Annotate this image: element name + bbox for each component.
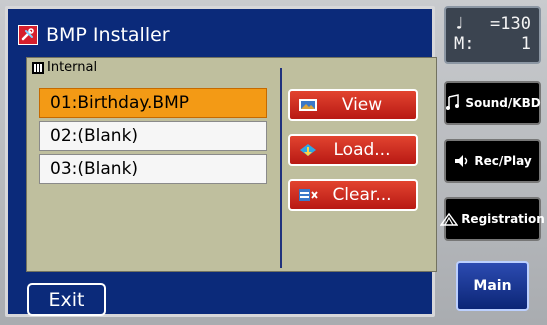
main-button[interactable]: Main bbox=[456, 261, 529, 311]
clear-label: Clear... bbox=[332, 185, 392, 205]
file-item-3[interactable]: 03:(Blank) bbox=[39, 154, 267, 184]
view-button[interactable]: View bbox=[288, 89, 418, 121]
display-screen: BMP Installer Internal 01:Birthday.BMP 0… bbox=[5, 6, 437, 317]
measure-label: M: bbox=[454, 34, 475, 54]
panel-divider bbox=[280, 68, 282, 268]
measure-value: 1 bbox=[520, 34, 531, 54]
measure-row: M: 1 bbox=[454, 34, 531, 54]
view-label: View bbox=[341, 95, 383, 115]
tools-icon bbox=[18, 25, 38, 45]
file-panel: Internal 01:Birthday.BMP 02:(Blank) 03:(… bbox=[26, 57, 437, 272]
window-title: BMP Installer bbox=[46, 24, 170, 46]
registration-icon bbox=[440, 210, 459, 228]
device-frame: BMP Installer Internal 01:Birthday.BMP 0… bbox=[0, 0, 547, 325]
clear-button[interactable]: Clear... bbox=[288, 179, 418, 211]
tempo-value: =130 bbox=[490, 14, 531, 34]
music-note-icon bbox=[444, 94, 462, 112]
rec-play-label: Rec/Play bbox=[474, 154, 532, 168]
load-label: Load... bbox=[333, 140, 391, 160]
storage-label: Internal bbox=[47, 60, 98, 75]
title-bar: BMP Installer bbox=[18, 23, 170, 47]
tempo-display: ♩ =130 M: 1 bbox=[444, 6, 541, 64]
tempo-row: ♩ =130 bbox=[454, 14, 531, 34]
sound-kbd-button[interactable]: Sound/KBD bbox=[444, 81, 541, 125]
speaker-icon bbox=[453, 152, 471, 170]
note-icon: ♩ bbox=[454, 14, 465, 34]
registration-label: Registration bbox=[461, 212, 545, 226]
side-panel: ♩ =130 M: 1 Sound/KBD Rec/Play Registrat… bbox=[440, 6, 545, 317]
memory-icon bbox=[31, 61, 45, 75]
exit-button[interactable]: Exit bbox=[27, 283, 106, 316]
clear-icon bbox=[298, 185, 318, 205]
file-item-1[interactable]: 01:Birthday.BMP bbox=[39, 88, 267, 118]
rec-play-button[interactable]: Rec/Play bbox=[444, 139, 541, 183]
load-icon bbox=[298, 140, 318, 160]
storage-indicator: Internal bbox=[31, 60, 97, 75]
load-button[interactable]: Load... bbox=[288, 134, 418, 166]
image-icon bbox=[298, 95, 318, 115]
registration-button[interactable]: Registration bbox=[440, 197, 545, 241]
file-item-2[interactable]: 02:(Blank) bbox=[39, 121, 267, 151]
file-list: 01:Birthday.BMP 02:(Blank) 03:(Blank) bbox=[39, 88, 269, 187]
sound-kbd-label: Sound/KBD bbox=[465, 96, 541, 110]
